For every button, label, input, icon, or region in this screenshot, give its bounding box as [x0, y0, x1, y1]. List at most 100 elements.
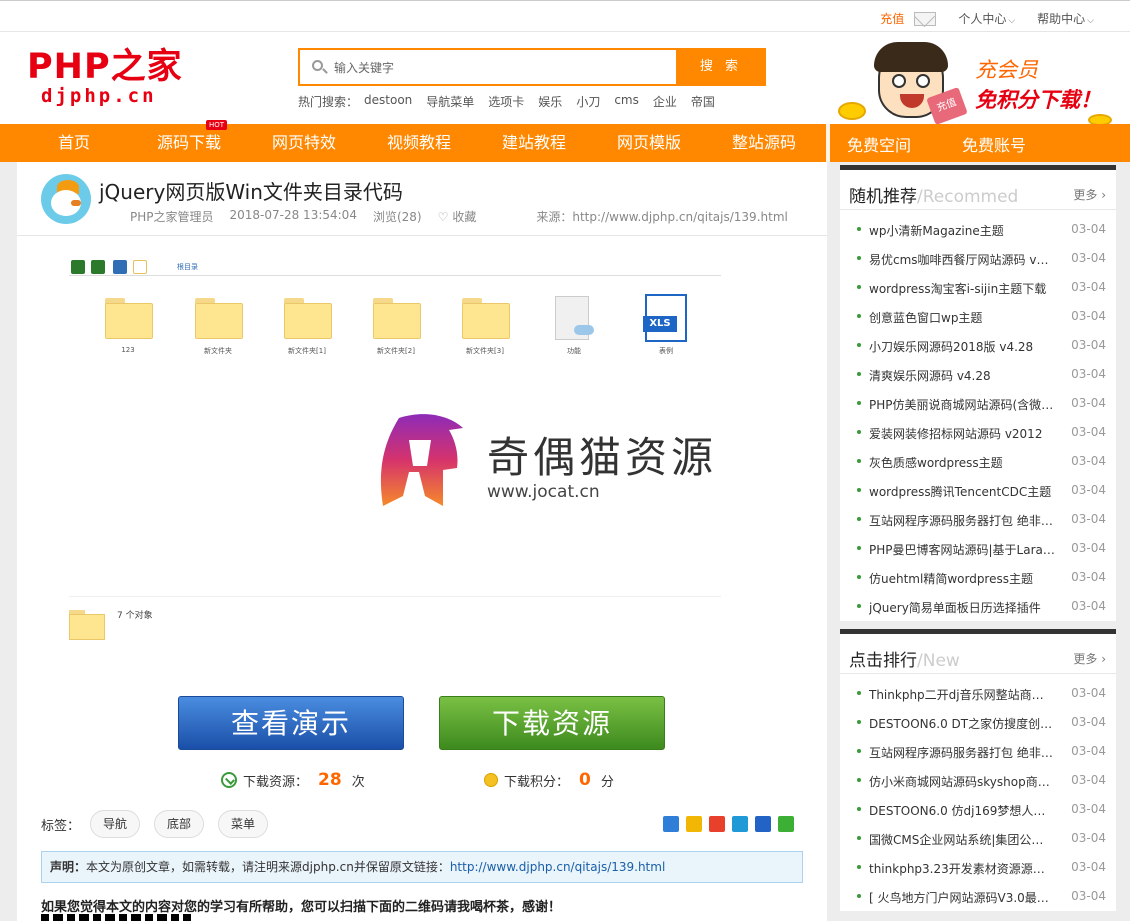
mail-icon[interactable]	[914, 11, 937, 26]
list-item[interactable]: wordpress淘宝客i-sijin主题下载 03-04	[840, 273, 1116, 302]
list-item[interactable]: wordpress腾讯TencentCDC主题 03-04	[840, 476, 1116, 505]
list-item-title[interactable]: DESTOON6.0 DT之家仿搜度创意网站	[869, 715, 1055, 732]
list-item-title[interactable]: PHP仿美丽说商城网站源码(含微信)	[869, 396, 1055, 413]
list-item-date: 03-04	[1071, 309, 1106, 323]
nav-item-web-effects[interactable]: 网页特效	[260, 124, 348, 162]
list-item[interactable]: DESTOON6.0 仿dj169梦想人生网站 03-04	[840, 795, 1116, 824]
download-points-label: 下载积分：	[504, 774, 570, 790]
list-item[interactable]: thinkphp3.23开发素材资源源码下载站 03-04	[840, 853, 1116, 882]
list-item[interactable]: 仿小米商城网站源码skyshop商城系统 03-04	[840, 766, 1116, 795]
refresh-icon	[133, 260, 147, 274]
list-item[interactable]: 互站网程序源码服务器打包 绝非网上流传 03-04	[840, 505, 1116, 534]
author-link[interactable]: PHP之家管理员	[130, 208, 214, 225]
list-item[interactable]: 小刀娱乐网源码2018版 v4.28 03-04	[840, 331, 1116, 360]
share-more-icon[interactable]	[663, 816, 679, 832]
more-link[interactable]: 更多 ›	[1073, 186, 1106, 203]
wechat-icon[interactable]	[778, 816, 794, 832]
list-item-title[interactable]: wp小清新Magazine主题	[869, 222, 1055, 239]
list-item-title[interactable]: 互站网程序源码服务器打包 绝非网上流传	[869, 744, 1055, 761]
favorite-button[interactable]: ♡ 收藏	[438, 208, 493, 225]
folder-icon	[462, 298, 510, 340]
list-item[interactable]: wp小清新Magazine主题 03-04	[840, 215, 1116, 244]
list-item[interactable]: 国微CMS企业网站系统|集团公司模板 03-04	[840, 824, 1116, 853]
recharge-link[interactable]: 充值	[880, 10, 904, 27]
forward-arrow-icon	[91, 260, 105, 274]
vip-promo-banner[interactable]: 充值 充会员 免积分下载！	[830, 36, 1120, 126]
help-center-label: 帮助中心	[1037, 12, 1086, 26]
download-resource-button[interactable]: 下载资源	[439, 696, 665, 750]
hot-search-item[interactable]: 选项卡	[488, 93, 524, 110]
weibo-icon[interactable]	[709, 816, 725, 832]
list-item-title[interactable]: 仿小米商城网站源码skyshop商城系统	[869, 773, 1055, 790]
list-item[interactable]: 清爽娱乐网源码 v4.28 03-04	[840, 360, 1116, 389]
list-item[interactable]: jQuery简易单面板日历选择插件 03-04	[840, 592, 1116, 621]
list-item[interactable]: PHP仿美丽说商城网站源码(含微信) 03-04	[840, 389, 1116, 418]
box-title-text: 随机推荐	[849, 187, 917, 207]
list-item[interactable]: 灰色质感wordpress主题 03-04	[840, 447, 1116, 476]
list-item-title[interactable]: 爱装网装修招标网站源码 v2012	[869, 425, 1055, 442]
list-item-title[interactable]: DESTOON6.0 仿dj169梦想人生网站	[869, 802, 1055, 819]
list-item-title[interactable]: 小刀娱乐网源码2018版 v4.28	[869, 338, 1055, 355]
list-item-title[interactable]: wordpress腾讯TencentCDC主题	[869, 483, 1055, 500]
help-center-menu[interactable]: 帮助中心 ⌵	[1037, 10, 1094, 27]
list-item-title[interactable]: thinkphp3.23开发素材资源源码下载站	[869, 860, 1055, 877]
hot-search-item[interactable]: 导航菜单	[426, 93, 474, 110]
more-link[interactable]: 更多 ›	[1073, 650, 1106, 667]
list-item[interactable]: DESTOON6.0 DT之家仿搜度创意网站 03-04	[840, 708, 1116, 737]
nav-item-site-tutorials[interactable]: 建站教程	[490, 124, 578, 162]
nav-item-full-site-source[interactable]: 整站源码	[720, 124, 808, 162]
nav-item-home[interactable]: 首页	[30, 124, 118, 162]
nav-item-free-space[interactable]: 免费空间	[835, 127, 923, 165]
personal-center-menu[interactable]: 个人中心 ⌵	[958, 10, 1015, 27]
list-item-date: 03-04	[1071, 831, 1106, 845]
hot-search-item[interactable]: 小刀	[576, 93, 600, 110]
list-item-title[interactable]: 创意蓝色窗口wp主题	[869, 309, 1055, 326]
hot-search-item[interactable]: destoon	[364, 93, 412, 110]
bullet-icon	[857, 314, 861, 318]
tags-label: 标签：	[41, 818, 81, 834]
bullet-icon	[857, 604, 861, 608]
list-item-title[interactable]: PHP曼巴博客网站源码|基于Laravel	[869, 541, 1055, 558]
list-item-title[interactable]: 清爽娱乐网源码 v4.28	[869, 367, 1055, 384]
nav-item-templates[interactable]: 网页模版	[605, 124, 693, 162]
list-item-title[interactable]: jQuery简易单面板日历选择插件	[869, 599, 1055, 616]
tag-item[interactable]: 菜单	[218, 810, 269, 838]
nav-item-free-account[interactable]: 免费账号	[950, 127, 1038, 165]
hot-search-item[interactable]: 帝国	[691, 93, 715, 110]
list-item[interactable]: 仿uehtml精简wordpress主题 03-04	[840, 563, 1116, 592]
hot-search-item[interactable]: 企业	[653, 93, 677, 110]
renren-icon[interactable]	[755, 816, 771, 832]
list-item[interactable]: PHP曼巴博客网站源码|基于Laravel 03-04	[840, 534, 1116, 563]
nav-item-video-tutorials[interactable]: 视频教程	[375, 124, 463, 162]
search-button[interactable]: 搜 索	[676, 48, 766, 86]
view-demo-button[interactable]: 查看演示	[178, 696, 404, 750]
hot-search-item[interactable]: cms	[614, 93, 639, 110]
list-item-title[interactable]: [ 火鸟地方门户网站源码V3.0最新版	[869, 889, 1055, 906]
hot-search-item[interactable]: 娱乐	[538, 93, 562, 110]
nav-item-source-download[interactable]: 源码下载 HOT	[145, 120, 233, 162]
list-item-title[interactable]: 互站网程序源码服务器打包 绝非网上流传	[869, 512, 1055, 529]
list-item-title[interactable]: 仿uehtml精简wordpress主题	[869, 570, 1055, 587]
source-link[interactable]: 来源：http://www.djphp.cn/qitajs/139.html	[536, 208, 787, 225]
list-item-title[interactable]: Thinkphp二开dj音乐网整站商业版源码	[869, 686, 1055, 703]
search-input[interactable]	[334, 58, 664, 78]
list-item-title[interactable]: 国微CMS企业网站系统|集团公司模板	[869, 831, 1055, 848]
site-logo[interactable]: PHP之家 djphp.cn	[27, 48, 197, 106]
list-item[interactable]: Thinkphp二开dj音乐网整站商业版源码 03-04	[840, 679, 1116, 708]
tencent-weibo-icon[interactable]	[732, 816, 748, 832]
notice-url[interactable]: http://www.djphp.cn/qitajs/139.html	[450, 860, 665, 874]
list-item[interactable]: 创意蓝色窗口wp主题 03-04	[840, 302, 1116, 331]
qzone-icon[interactable]	[686, 816, 702, 832]
list-item[interactable]: [ 火鸟地方门户网站源码V3.0最新版 03-04	[840, 882, 1116, 911]
tag-item[interactable]: 导航	[90, 810, 141, 838]
watermark-text: 奇偶猫资源	[487, 433, 718, 482]
list-item-title[interactable]: wordpress淘宝客i-sijin主题下载	[869, 280, 1055, 297]
list-item[interactable]: 爱装网装修招标网站源码 v2012 03-04	[840, 418, 1116, 447]
bullet-icon	[857, 401, 861, 405]
list-item-title[interactable]: 易优cms咖啡西餐厅网站源码 v1.0	[869, 251, 1055, 268]
list-item-title[interactable]: 灰色质感wordpress主题	[869, 454, 1055, 471]
avatar[interactable]	[41, 174, 91, 224]
tag-item[interactable]: 底部	[154, 810, 205, 838]
list-item[interactable]: 互站网程序源码服务器打包 绝非网上流传 03-04	[840, 737, 1116, 766]
list-item[interactable]: 易优cms咖啡西餐厅网站源码 v1.0 03-04	[840, 244, 1116, 273]
